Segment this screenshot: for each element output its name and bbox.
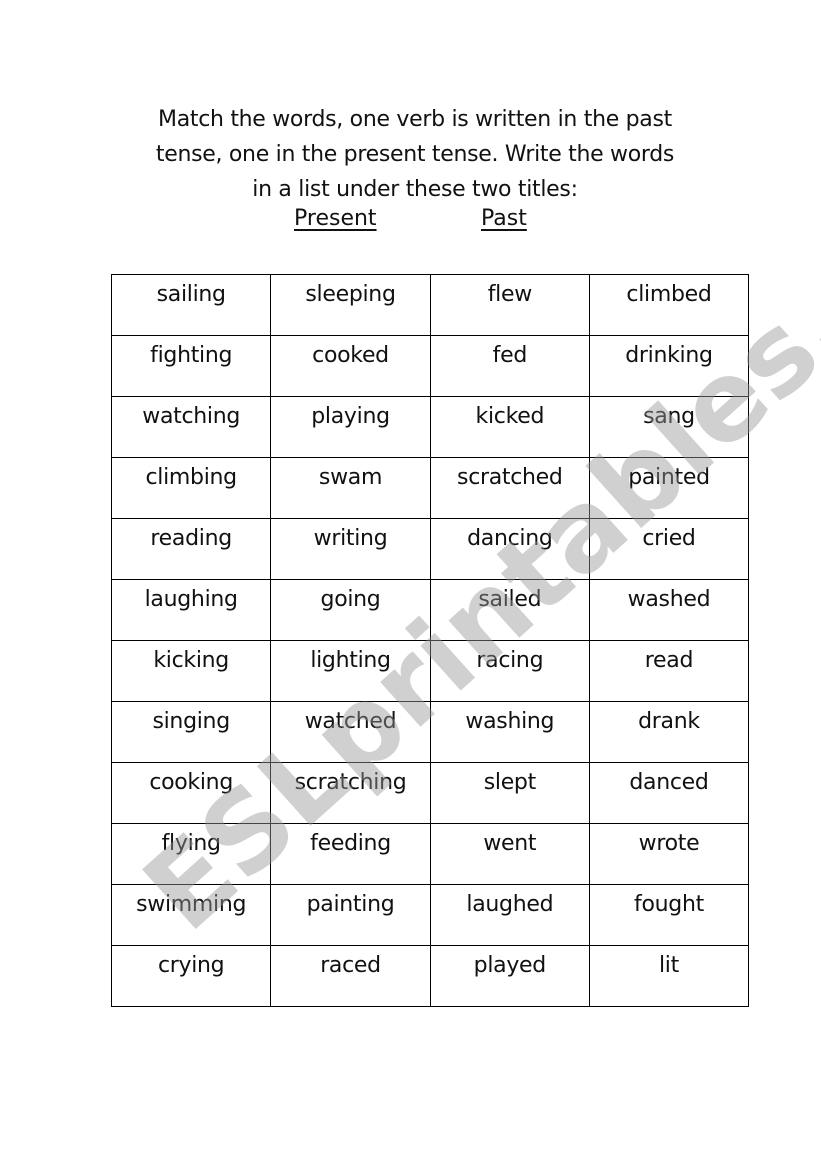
word-cell: drinking [588,335,750,397]
table-row: laughing going sailed washed [110,579,750,641]
word-cell: climbed [588,274,750,336]
word-cell: scratched [429,457,590,519]
word-cell: laughed [429,884,590,946]
word-cell: watching [110,396,272,458]
word-cell: singing [110,701,272,763]
word-cell: fought [588,884,750,946]
word-cell: cried [588,518,750,580]
word-cell: cooked [270,335,431,397]
table-row: kicking lighting racing read [110,640,750,702]
word-cell: racing [429,640,590,702]
table-row: flying feeding went wrote [110,823,750,885]
table-row: reading writing dancing cried [110,518,750,580]
title-present: Present [294,206,377,231]
word-cell: flew [429,274,590,336]
word-cell: sailed [429,579,590,641]
word-cell: washing [429,701,590,763]
word-cell: washed [588,579,750,641]
instruction-line-3: in a list under these two titles: [252,177,578,202]
word-cell: kicked [429,396,590,458]
word-cell: sleeping [270,274,431,336]
word-cell: swam [270,457,431,519]
word-cell: played [429,945,590,1007]
word-cell: playing [270,396,431,458]
word-cell: read [588,640,750,702]
word-cell: flying [110,823,272,885]
column-titles: Present Past [0,206,821,242]
word-cell: lighting [270,640,431,702]
word-cell: drank [588,701,750,763]
table-row: sailing sleeping flew climbed [110,274,750,336]
table-row: crying raced played lit [110,945,750,1007]
instruction-line-2: tense, one in the present tense. Write t… [155,142,675,167]
word-cell: went [429,823,590,885]
word-cell: swimming [110,884,272,946]
word-cell: crying [110,945,272,1007]
word-cell: laughing [110,579,272,641]
word-cell: reading [110,518,272,580]
word-cell: painted [588,457,750,519]
word-cell: lit [588,945,750,1007]
table-row: singing watched washing drank [110,701,750,763]
table-row: climbing swam scratched painted [110,457,750,519]
word-cell: going [270,579,431,641]
table-row: cooking scratching slept danced [110,762,750,824]
table-row: watching playing kicked sang [110,396,750,458]
word-cell: fed [429,335,590,397]
word-cell: fighting [110,335,272,397]
word-cell: wrote [588,823,750,885]
word-cell: kicking [110,640,272,702]
word-cell: sang [588,396,750,458]
word-cell: danced [588,762,750,824]
table-row: fighting cooked fed drinking [110,335,750,397]
word-table: sailing sleeping flew climbed fighting cooked… [110,274,750,1007]
instruction-line-1: Match the words, one verb is written in … [158,107,672,132]
word-cell: cooking [110,762,272,824]
word-cell: scratching [270,762,431,824]
title-past: Past [481,206,527,231]
word-cell: climbing [110,457,272,519]
word-cell: raced [270,945,431,1007]
word-cell: watched [270,701,431,763]
word-cell: slept [429,762,590,824]
word-cell: sailing [110,274,272,336]
instructions: Match the words, one verb is written in … [100,102,730,207]
word-cell: writing [270,518,431,580]
word-cell: dancing [429,518,590,580]
table-row: swimming painting laughed fought [110,884,750,946]
word-cell: feeding [270,823,431,885]
word-cell: painting [270,884,431,946]
